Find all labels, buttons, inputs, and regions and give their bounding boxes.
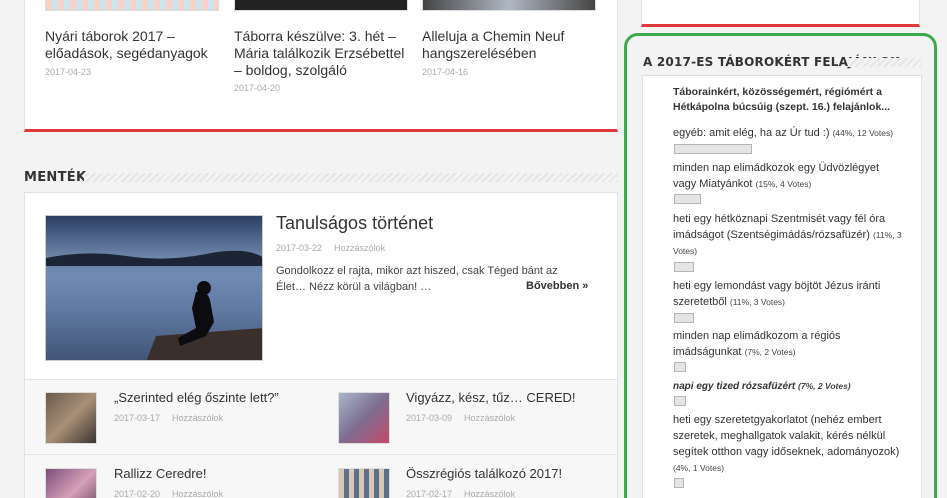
poll-result-bar — [674, 313, 694, 323]
poll-result-bar — [674, 262, 694, 272]
poll-option-text: heti egy szeretetgyakorlatot (nehéz embe… — [673, 414, 900, 458]
post-thumbnail[interactable] — [234, 0, 408, 11]
poll-result-bar — [674, 144, 752, 154]
poll-option-stats: (7%, 2 Votes) — [798, 381, 851, 391]
post-thumbnail[interactable] — [338, 392, 390, 444]
post-meta: 2017-02-17 Hozzászólok — [406, 489, 515, 498]
comments-link[interactable]: Hozzászólok — [464, 489, 515, 498]
post-date: 2017-03-09 — [406, 413, 453, 423]
post-meta: 2017-03-17 Hozzászólok — [114, 413, 223, 423]
post-title-link[interactable]: Táborra készülve: 3. hét – Mária találko… — [234, 28, 409, 79]
post-date: 2017-02-20 — [114, 489, 161, 498]
poll-option: heti egy szeretetgyakorlatot (nehéz embe… — [673, 412, 905, 476]
post-title-link[interactable]: Nyári táborok 2017 – előadások, segédany… — [45, 28, 220, 62]
poll-option: heti egy hétköznapi Szentmisét vagy fél … — [673, 211, 905, 259]
post-date: 2017-02-17 — [406, 489, 453, 498]
post-title-link[interactable]: „Szerinted elég őszinte lett?” — [114, 390, 279, 405]
poll-option-stats: (44%, 12 Votes) — [832, 128, 894, 138]
post-thumbnail[interactable] — [338, 468, 390, 498]
list-divider — [25, 454, 617, 455]
poll-result-bar — [674, 396, 686, 406]
featured-image[interactable] — [45, 215, 263, 361]
related-posts-box: Nyári táborok 2017 – előadások, segédany… — [24, 0, 618, 132]
post-title-link[interactable]: Vigyázz, kész, tűz… CERED! — [406, 390, 576, 405]
poll-question: Táborainkért, közösségemért, régiómért a… — [673, 86, 891, 113]
poll-option-text: napi egy tized rózsafüzért — [673, 381, 796, 392]
poll-option-stats: (7%, 2 Votes) — [744, 347, 796, 357]
poll-option: egyéb: amit elég, ha az Úr tud :) (44%, … — [673, 125, 905, 141]
post-meta: 2017-02-20 Hozzászólok — [114, 489, 223, 498]
post-date: 2017-04-20 — [234, 83, 281, 93]
poll-result-bar — [674, 362, 686, 372]
post-thumbnail[interactable] — [45, 468, 97, 498]
comments-link[interactable]: Hozzászólok — [464, 413, 515, 423]
featured-title-link[interactable]: Tanulságos történet — [276, 213, 433, 234]
featured-meta: 2017-03-22 Hozzászólok — [276, 243, 385, 253]
post-title-link[interactable]: Összrégiós találkozó 2017! — [406, 466, 562, 481]
category-news-box: Tanulságos történet 2017-03-22 Hozzászólo… — [24, 192, 618, 498]
featured-date: 2017-03-22 — [276, 243, 323, 253]
post-thumbnail[interactable] — [422, 0, 596, 11]
post-list: „Szerinted elég őszinte lett?” 2017-03-1… — [25, 379, 617, 498]
comments-link[interactable]: Hozzászólok — [334, 243, 385, 253]
poll-option-highlighted: napi egy tized rózsafüzért (7%, 2 Votes) — [673, 378, 905, 395]
comments-link[interactable]: Hozzászólok — [172, 489, 223, 498]
post-meta: 2017-03-09 Hozzászólok — [406, 413, 515, 423]
poll-widget: Táborainkért, közösségemért, régiómért a… — [642, 75, 922, 498]
poll-option-stats: (15%, 4 Votes) — [755, 179, 812, 189]
section-divider — [84, 173, 618, 182]
read-more-link[interactable]: Bővebben » — [526, 280, 588, 292]
widget-divider — [848, 58, 921, 67]
poll-option-stats: (11%, 3 Votes) — [729, 297, 785, 307]
sidebar-widget-top — [641, 0, 920, 27]
post-date: 2017-04-23 — [45, 67, 92, 77]
post-title-link[interactable]: Rallizz Ceredre! — [114, 466, 206, 481]
post-title-link[interactable]: Alleluja a Chemin Neuf hangszerelésében — [422, 28, 592, 62]
poll-option: minden nap elimádkozom a régiós imádságu… — [673, 328, 905, 360]
poll-option-text: egyéb: amit elég, ha az Úr tud :) — [673, 127, 830, 139]
poll-option: heti egy lemondást vagy böjtöt Jézus irá… — [673, 278, 905, 310]
post-thumbnail[interactable] — [45, 0, 219, 11]
poll-option: minden nap elimádkozok egy Üdvözlégyet v… — [673, 160, 905, 192]
comments-link[interactable]: Hozzászólok — [172, 413, 223, 423]
poll-result-bar — [674, 478, 684, 488]
poll-option-text: heti egy hétköznapi Szentmisét vagy fél … — [673, 213, 886, 241]
post-date: 2017-03-17 — [114, 413, 161, 423]
poll-option-stats: (4%, 1 Votes) — [673, 463, 725, 473]
post-thumbnail[interactable] — [45, 392, 97, 444]
poll-result-bar — [674, 194, 701, 204]
post-date: 2017-04-16 — [422, 67, 469, 77]
section-title: MENTÉK — [24, 170, 87, 185]
